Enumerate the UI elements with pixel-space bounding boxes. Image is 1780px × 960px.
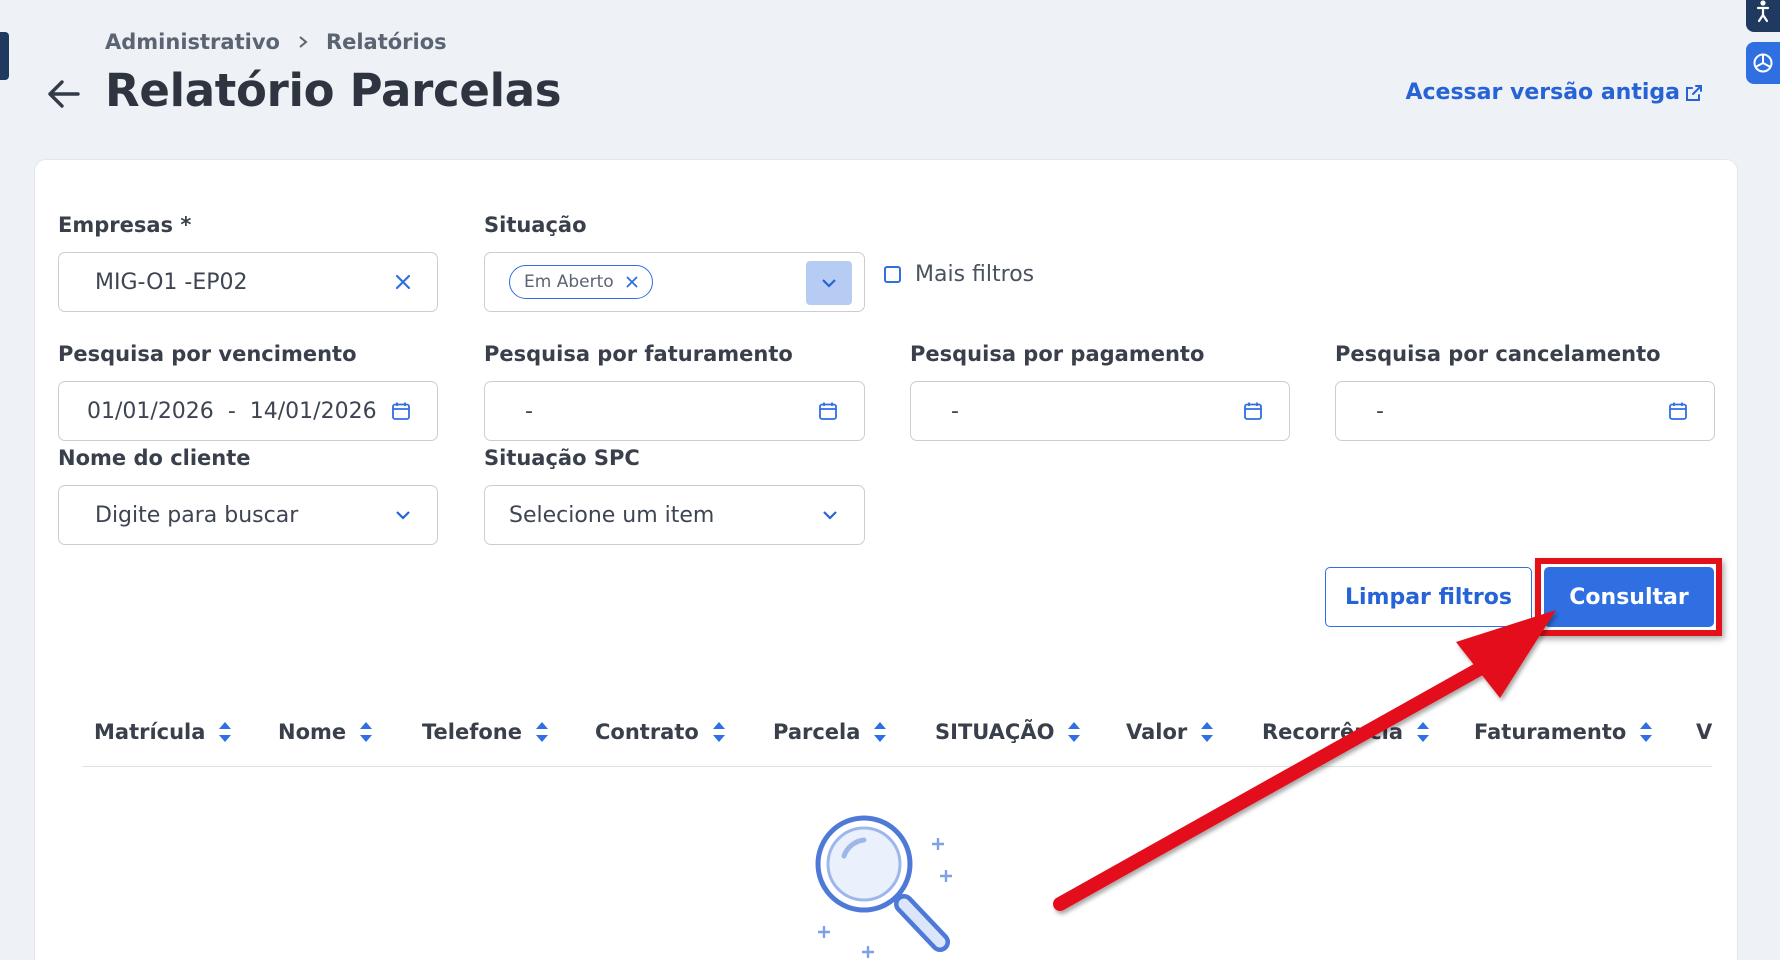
mais-filtros-label: Mais filtros [915, 262, 1035, 287]
spc-placeholder: Selecione um item [509, 502, 715, 528]
consultar-button[interactable]: Consultar [1544, 567, 1714, 627]
column-header-valor[interactable]: Valor [1126, 720, 1215, 744]
openai-icon [1753, 53, 1773, 73]
column-label: Valor [1126, 720, 1188, 744]
sort-icon[interactable] [217, 720, 233, 744]
cancelamento-value: - [1376, 398, 1384, 424]
column-header-matricula[interactable]: Matrícula [94, 720, 233, 744]
accessibility-widget[interactable] [1746, 0, 1780, 32]
vencimento-end[interactable]: 14/01/2026 [250, 399, 377, 424]
situacao-chip: Em Aberto [509, 265, 653, 299]
column-header-contrato[interactable]: Contrato [595, 720, 727, 744]
vencimento-label: Pesquisa por vencimento [58, 342, 357, 366]
chevron-down-icon [822, 279, 836, 288]
column-header-nome[interactable]: Nome [278, 720, 374, 744]
results-table-header: Matrícula Nome Telefone Contrato Parcela… [82, 712, 1712, 767]
pagamento-date-range[interactable]: - [910, 381, 1290, 441]
vencimento-date-range[interactable]: 01/01/2026 - 14/01/2026 [58, 381, 438, 441]
sort-icon[interactable] [358, 720, 374, 744]
empresas-input[interactable]: MIG-O1 -EP02 [58, 252, 438, 312]
pagamento-label: Pesquisa por pagamento [910, 342, 1205, 366]
calendar-icon[interactable] [818, 401, 838, 421]
empresas-label: Empresas * [58, 213, 192, 237]
mais-filtros-toggle[interactable]: Mais filtros [884, 262, 1034, 287]
column-label: Nome [278, 720, 347, 744]
faturamento-date-range[interactable]: - [484, 381, 865, 441]
chevron-down-icon [396, 511, 410, 520]
calendar-icon[interactable] [1243, 401, 1263, 421]
column-label: Parcela [773, 720, 861, 744]
calendar-icon[interactable] [391, 401, 411, 421]
breadcrumb: Administrativo Relatórios [105, 30, 447, 54]
sort-icon[interactable] [1638, 720, 1654, 744]
column-label: Contrato [595, 720, 699, 744]
external-link-icon [1686, 84, 1702, 101]
column-label: Recorrência [1262, 720, 1404, 744]
ai-assistant-widget[interactable] [1746, 42, 1780, 84]
situacao-select[interactable]: Em Aberto [484, 252, 865, 312]
cliente-search-select[interactable]: Digite para buscar [58, 485, 438, 545]
column-header-recorrencia[interactable]: Recorrência [1262, 720, 1431, 744]
calendar-icon[interactable] [1668, 401, 1688, 421]
empty-search-illustration [815, 815, 952, 958]
cliente-placeholder: Digite para buscar [95, 502, 299, 528]
vencimento-separator: - [227, 398, 236, 424]
page-title: Relatório Parcelas [105, 64, 562, 117]
back-arrow-icon[interactable] [44, 74, 84, 114]
column-header-parcela[interactable]: Parcela [773, 720, 888, 744]
sort-icon[interactable] [872, 720, 888, 744]
sort-icon[interactable] [1415, 720, 1431, 744]
cliente-label: Nome do cliente [58, 446, 251, 470]
situacao-label: Situação [484, 213, 587, 237]
situacao-chip-label: Em Aberto [524, 272, 614, 292]
faturamento-value: - [525, 398, 533, 424]
column-header-v[interactable]: V [1696, 720, 1712, 744]
cancelamento-label: Pesquisa por cancelamento [1335, 342, 1661, 366]
column-header-situacao[interactable]: SITUAÇÃO [935, 720, 1082, 744]
column-label: Faturamento [1474, 720, 1627, 744]
chevron-right-icon [299, 36, 308, 48]
column-label: V [1696, 720, 1713, 744]
chip-remove-icon[interactable] [626, 276, 638, 288]
spc-label: Situação SPC [484, 446, 640, 470]
cancelamento-date-range[interactable]: - [1335, 381, 1715, 441]
breadcrumb-item-administrativo[interactable]: Administrativo [105, 30, 280, 54]
sort-icon[interactable] [534, 720, 550, 744]
chevron-down-icon [823, 511, 837, 520]
sort-icon[interactable] [1066, 720, 1082, 744]
old-version-link-label: Acessar versão antiga [1405, 80, 1680, 105]
breadcrumb-item-relatorios[interactable]: Relatórios [326, 30, 447, 54]
column-label: Matrícula [94, 720, 206, 744]
column-label: Telefone [422, 720, 522, 744]
pagamento-value: - [951, 398, 959, 424]
faturamento-label: Pesquisa por faturamento [484, 342, 793, 366]
mais-filtros-checkbox[interactable] [884, 266, 901, 283]
situacao-dropdown-button[interactable] [806, 261, 852, 305]
sort-icon[interactable] [1199, 720, 1215, 744]
clear-filters-button[interactable]: Limpar filtros [1325, 567, 1532, 627]
column-header-telefone[interactable]: Telefone [422, 720, 550, 744]
accessibility-icon [1756, 0, 1770, 23]
column-header-faturamento[interactable]: Faturamento [1474, 720, 1654, 744]
clear-icon[interactable] [395, 274, 411, 290]
left-sidebar-tab[interactable] [0, 32, 9, 80]
old-version-link[interactable]: Acessar versão antiga [1405, 80, 1704, 105]
column-label: SITUAÇÃO [935, 720, 1055, 744]
spc-select[interactable]: Selecione um item [484, 485, 865, 545]
empresas-value: MIG-O1 -EP02 [95, 269, 248, 295]
vencimento-start[interactable]: 01/01/2026 [87, 399, 214, 424]
sort-icon[interactable] [711, 720, 727, 744]
